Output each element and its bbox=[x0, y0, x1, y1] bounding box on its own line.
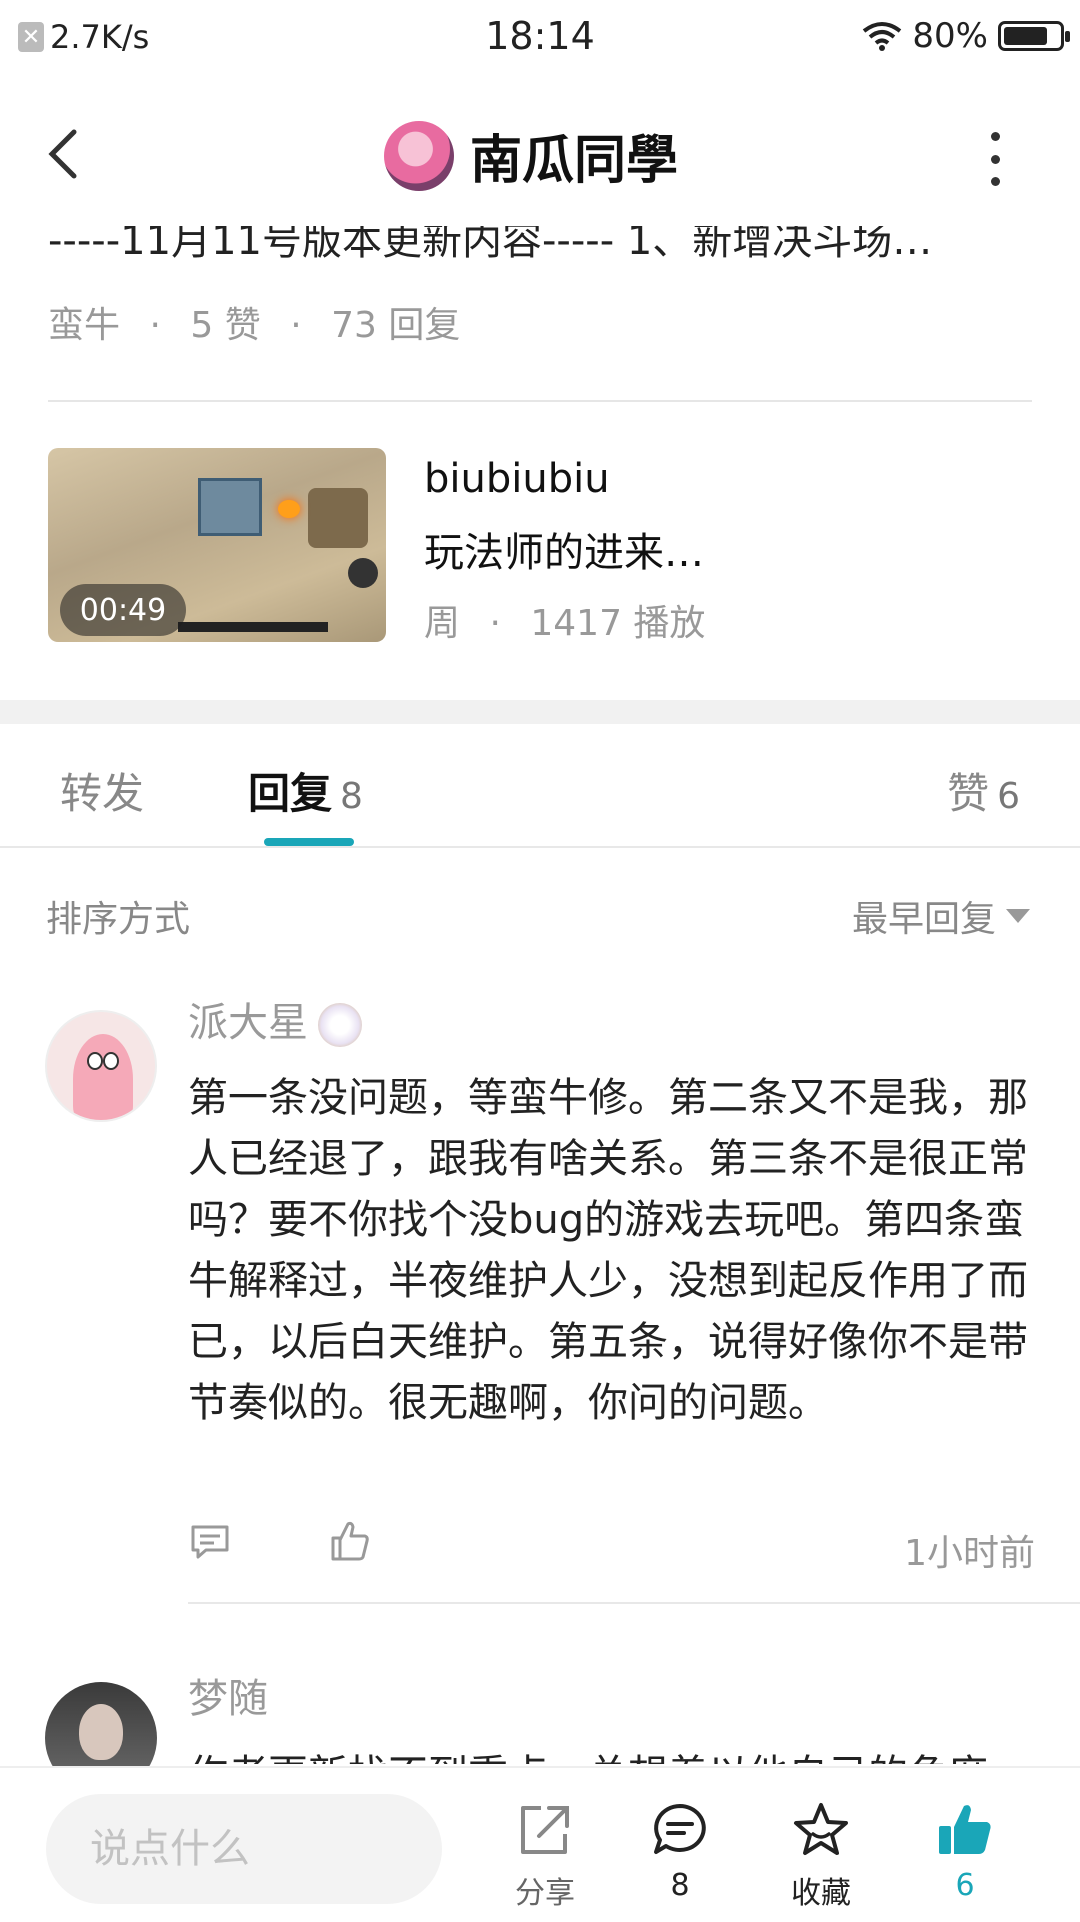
more-dot-icon bbox=[990, 177, 1000, 186]
sort-label: 排序方式 bbox=[46, 899, 191, 940]
comment-author[interactable]: 派大星 bbox=[188, 990, 362, 1048]
back-arrow-icon bbox=[48, 129, 77, 179]
battery-percent: 80% bbox=[912, 16, 988, 56]
tab-like[interactable]: 赞6 bbox=[947, 760, 1020, 821]
more-dot-icon bbox=[990, 132, 1000, 141]
comment-input[interactable]: 说点什么 bbox=[46, 1794, 442, 1904]
comment-avatar[interactable] bbox=[45, 1010, 157, 1122]
section-gap bbox=[0, 700, 1080, 724]
wifi-icon bbox=[863, 22, 902, 51]
battery-icon bbox=[998, 21, 1070, 51]
page-title: 南瓜同學 bbox=[384, 118, 678, 193]
user-badge-icon bbox=[318, 1003, 362, 1047]
share-icon bbox=[521, 1806, 569, 1854]
comment-bubble-icon bbox=[654, 1804, 706, 1854]
user-avatar[interactable] bbox=[384, 120, 454, 191]
comment-author[interactable]: 梦随 bbox=[188, 1666, 268, 1724]
divider bbox=[48, 400, 1032, 402]
star-icon bbox=[794, 1803, 848, 1855]
tab-reply[interactable]: 回复 8 bbox=[248, 760, 363, 821]
share-button[interactable]: 分享 bbox=[490, 1800, 600, 1912]
like-button[interactable]: 6 bbox=[910, 1800, 1020, 1903]
video-title[interactable]: 玩法师的进来… bbox=[424, 520, 704, 578]
prev-post-text[interactable]: -----11月11号版本更新内容----- 1、新增决斗场… bbox=[48, 226, 1008, 262]
video-duration: 00:49 bbox=[60, 584, 186, 636]
thumbs-up-filled-icon bbox=[939, 1805, 991, 1854]
divider bbox=[0, 846, 1080, 848]
back-button[interactable] bbox=[44, 124, 104, 194]
video-meta: 周 · 1417 播放 bbox=[424, 603, 706, 644]
sort-dropdown[interactable]: 最早回复 bbox=[852, 890, 1030, 942]
status-right: 80% bbox=[862, 16, 1070, 56]
divider bbox=[188, 1602, 1080, 1604]
thumbs-up-icon[interactable] bbox=[330, 1520, 370, 1562]
more-dot-icon bbox=[990, 154, 1000, 164]
favorite-button[interactable]: 收藏 bbox=[766, 1800, 876, 1912]
active-tab-indicator bbox=[264, 838, 354, 846]
reply-icon[interactable] bbox=[190, 1524, 230, 1560]
comment-text: 第一条没问题，等蛮牛修。第二条又不是我，那人已经退了，跟我有啥关系。第三条不是很… bbox=[188, 1075, 1028, 1426]
more-menu-button[interactable] bbox=[985, 132, 1005, 186]
comment-actions: 1小时前 bbox=[190, 1520, 1035, 1574]
comment-time: 1小时前 bbox=[904, 1533, 1035, 1574]
tab-forward[interactable]: 转发 bbox=[60, 760, 144, 821]
prev-post-meta: 蛮牛 · 5 赞 · 73 回复 bbox=[48, 305, 461, 346]
user-name: 南瓜同學 bbox=[470, 131, 679, 191]
status-bar: ✕ 2.7K/s 18:14 80% bbox=[0, 0, 1080, 75]
video-author[interactable]: biubiubiu bbox=[424, 456, 610, 502]
comment-button[interactable]: 8 bbox=[625, 1800, 735, 1903]
chevron-down-icon bbox=[1006, 909, 1030, 923]
comment-text: 作者更新找不到重点，总想着以他自己的角度 bbox=[188, 1738, 1038, 1764]
